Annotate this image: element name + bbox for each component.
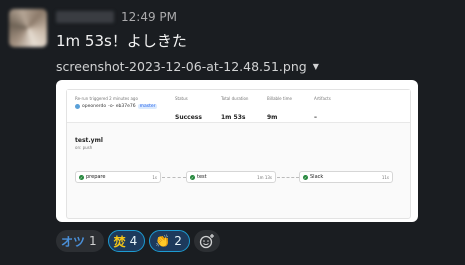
user-avatar[interactable] (9, 9, 47, 47)
billable-column: Billable time 9m (267, 96, 292, 123)
success-check-icon: ✓ (190, 174, 195, 180)
job-connector (277, 177, 299, 178)
trigger-commit: -o- eb37e76 (108, 104, 136, 109)
job-test: ✓ test 1m 13s (186, 171, 276, 183)
job-slack: ✓ Slack 11s (299, 171, 393, 183)
billable-time-label: Billable time (267, 96, 292, 101)
message-timestamp[interactable]: 12:49 PM (121, 10, 177, 24)
duration-column: Total duration 1m 53s (221, 96, 248, 123)
job-duration: 1s (152, 174, 157, 180)
trigger-info: opeonerdo -o- eb37e76 master (75, 104, 158, 109)
job-duration: 1m 13s (257, 174, 272, 180)
otsu-emoji-icon: オツ (61, 234, 86, 249)
attachment-filename-toggle[interactable]: screenshot-2023-12-06-at-12.48.51.png ▼ (56, 59, 319, 74)
add-reaction-button[interactable] (193, 230, 220, 252)
reaction-count: 1 (89, 234, 97, 248)
image-attachment-preview[interactable]: Re-run triggered 2 minutes ago opeonerdo… (56, 80, 418, 222)
artifacts-value: – (314, 114, 317, 121)
total-duration-value: 1m 53s (221, 114, 246, 121)
reaction-otsu[interactable]: オツ 1 (56, 230, 104, 252)
trigger-user: opeonerdo (82, 104, 107, 109)
trigger-label: Re-run triggered 2 minutes ago (75, 96, 138, 101)
workflow-event: on: push (75, 145, 93, 150)
status-label: Status (175, 96, 188, 101)
user-avatar-icon (75, 104, 80, 109)
job-prepare: ✓ prepare 1s (75, 171, 161, 183)
status-value: Success (175, 114, 202, 121)
clap-emoji-icon: 👏 (155, 234, 171, 248)
reactions-bar: オツ 1 焚 4 👏 2 (56, 230, 220, 252)
reaction-fire-kanji[interactable]: 焚 4 (107, 230, 146, 252)
reaction-count: 4 (129, 234, 138, 248)
workflow-file: test.yml (75, 137, 103, 144)
success-check-icon: ✓ (79, 174, 84, 180)
job-name: Slack (310, 174, 324, 180)
artifacts-column: Artifacts – (314, 96, 331, 123)
caret-down-icon: ▼ (312, 62, 319, 71)
add-reaction-icon (199, 234, 214, 249)
run-summary-header: Re-run triggered 2 minutes ago opeonerdo… (67, 90, 410, 123)
billable-time-value: 9m (267, 114, 278, 121)
job-name: test (197, 174, 207, 180)
artifacts-label: Artifacts (314, 96, 331, 101)
job-name: prepare (86, 174, 106, 180)
ci-run-summary-card: Re-run triggered 2 minutes ago opeonerdo… (66, 89, 411, 219)
branch-badge: master (137, 104, 158, 109)
reaction-clap[interactable]: 👏 2 (149, 230, 190, 252)
reaction-count: 2 (174, 234, 182, 248)
fire-kanji-emoji-icon: 焚 (113, 234, 126, 249)
success-check-icon: ✓ (303, 174, 308, 180)
trigger-column: Re-run triggered 2 minutes ago opeonerdo… (75, 96, 158, 109)
job-connector (162, 177, 186, 178)
message-text: 1m 53s！よしきた (56, 32, 187, 50)
username[interactable] (56, 11, 114, 23)
attachment-filename: screenshot-2023-12-06-at-12.48.51.png (56, 59, 307, 74)
total-duration-label: Total duration (221, 96, 249, 101)
status-column: Status Success (175, 96, 202, 123)
job-duration: 11s (381, 174, 389, 180)
